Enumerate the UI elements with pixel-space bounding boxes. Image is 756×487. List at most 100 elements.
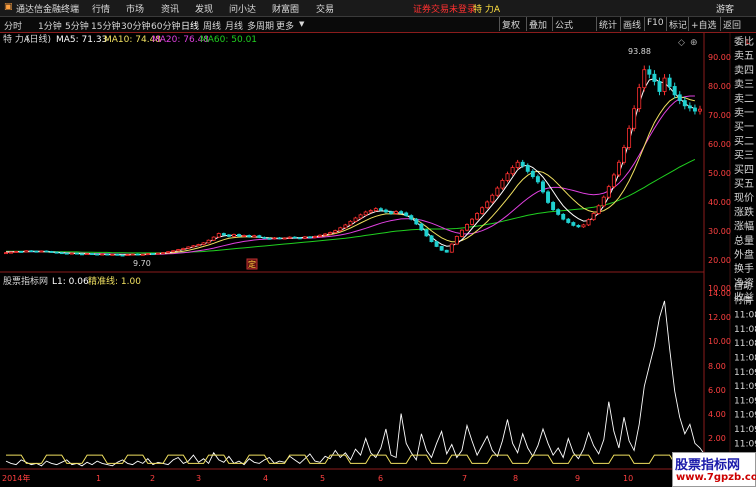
mark-button[interactable]: 标记 — [666, 17, 689, 31]
stock-chart[interactable]: 特 力A (日线) MA5: 71.33 MA10: 74.48 MA20: 7… — [0, 33, 756, 487]
period-60min[interactable]: 60分钟 — [151, 19, 180, 32]
candle-body — [313, 235, 317, 238]
candle-body — [206, 239, 211, 244]
candle-body — [399, 211, 404, 214]
candle-body — [454, 235, 459, 245]
period-1min[interactable]: 1分钟 — [38, 19, 62, 32]
main-y-axis: 90.00 80.00 70.00 60.00 50.00 40.00 30.0… — [708, 53, 731, 293]
candle-body — [505, 173, 510, 181]
period-weekly[interactable]: 周线 — [203, 19, 221, 32]
candle-body — [353, 217, 358, 222]
candle-body — [404, 212, 409, 216]
side-panel-tick: 11:08 — [734, 354, 756, 364]
menu-hangqing[interactable]: 行情 — [92, 2, 110, 15]
menu-faxian[interactable]: 发现 — [195, 2, 213, 15]
side-panel-item: 买三 — [734, 150, 754, 162]
candle-body — [115, 253, 120, 256]
candle-body — [591, 213, 596, 221]
candle-body — [414, 218, 419, 225]
candle-body — [39, 250, 44, 253]
candle-body — [383, 209, 388, 213]
y-tick: 90.00 — [708, 53, 731, 62]
candle-body — [682, 100, 687, 107]
f10-button[interactable]: F10 — [644, 17, 666, 31]
menu-caifuquan[interactable]: 财富圈 — [272, 2, 299, 15]
side-panel-item: 现价 — [734, 192, 754, 204]
candle-body — [64, 252, 69, 255]
candle-body — [373, 208, 378, 211]
quote-side-panel[interactable]: 委比卖五卖四卖三卖二卖一买一买二买三买四买五现价涨跌涨幅总量外盘换手净资收益自动… — [734, 35, 756, 449]
chevron-down-icon[interactable]: ▼ — [299, 20, 304, 28]
side-panel-tick: 11:09 — [734, 411, 756, 421]
draw-line-button[interactable]: 画线 — [620, 17, 643, 31]
period-multi[interactable]: 多周期 — [247, 19, 274, 32]
formula-button[interactable]: 公式 — [552, 17, 575, 31]
period-30min[interactable]: 30分钟 — [121, 19, 150, 32]
side-panel-item: 涨幅 — [734, 220, 754, 233]
zoom-icon[interactable]: ⊕ — [690, 38, 698, 48]
chart-frame — [0, 33, 756, 470]
candle-body — [191, 245, 196, 248]
menu-zixun[interactable]: 资讯 — [161, 2, 179, 15]
side-panel-tick: 11:09 — [734, 382, 756, 392]
candle-body — [556, 209, 561, 215]
period-fenshi[interactable]: 分时 — [4, 19, 22, 32]
side-panel-item: 委比 — [734, 35, 754, 48]
event-marker-label: 定 — [248, 259, 256, 269]
app-logo-icon: ▣ — [4, 2, 13, 12]
panel-tag: L — [746, 38, 750, 46]
fuquan-button[interactable]: 复权 — [499, 17, 522, 31]
candle-body — [632, 108, 637, 129]
side-panel-item: 总量 — [734, 234, 754, 247]
candle-body — [581, 224, 586, 228]
candle-body — [237, 234, 241, 237]
stock-name-title: 特 力A — [473, 5, 501, 15]
candle-body — [80, 253, 84, 256]
period-more[interactable]: 更多 — [276, 19, 294, 32]
period-15min[interactable]: 15分钟 — [91, 19, 120, 32]
candle-body — [627, 127, 632, 148]
x-tick: 2014年 — [2, 473, 30, 483]
candle-body — [287, 236, 292, 239]
candle-body — [343, 224, 348, 229]
candle-body — [19, 251, 24, 253]
candle-body — [596, 205, 601, 214]
stats-button[interactable]: 统计 — [596, 17, 619, 31]
side-panel-item: 买二 — [734, 135, 754, 147]
candle-body — [338, 227, 343, 232]
guest-label[interactable]: 游客 — [716, 2, 734, 15]
candle-body — [485, 201, 490, 209]
period-toolbar: 分时 1分钟 5分钟 15分钟 30分钟 60分钟 日线 周线 月线 多周期 更… — [0, 17, 756, 33]
side-panel-item: 外盘 — [734, 248, 754, 261]
y-tick: 12.00 — [708, 313, 731, 322]
y-tick: 10.00 — [708, 337, 731, 346]
x-tick: 10 — [623, 474, 633, 483]
period-monthly[interactable]: 月线 — [225, 19, 243, 32]
side-panel-tick: 自动 — [734, 280, 752, 292]
menu-shichang[interactable]: 市场 — [126, 2, 144, 15]
side-panel-tick: 11:08 — [734, 339, 756, 349]
candle-body — [277, 237, 282, 240]
candle-body — [409, 215, 414, 220]
period-daily[interactable]: 日线 — [181, 19, 199, 32]
candle-body — [252, 235, 257, 238]
candle-body — [267, 237, 272, 240]
candle-body — [601, 196, 606, 207]
settings-icon[interactable]: ◇ — [678, 38, 685, 48]
x-tick: 2 — [150, 474, 155, 483]
menu-jiaoyi[interactable]: 交易 — [316, 2, 334, 15]
y-tick: 70.00 — [708, 111, 731, 120]
candle-body — [221, 233, 226, 236]
overlay-button[interactable]: 叠加 — [526, 17, 549, 31]
back-button[interactable]: 返回 — [720, 17, 743, 31]
menu-wenxiaoda[interactable]: 问小达 — [229, 2, 256, 15]
x-tick: 1 — [96, 474, 101, 483]
side-panel-item: 换手 — [734, 262, 754, 275]
login-notice[interactable]: 证券交易未登录 — [413, 2, 476, 15]
candle-body — [302, 236, 307, 239]
add-watchlist-button[interactable]: +自选 — [688, 17, 719, 31]
side-panel-tick: 11:09 — [734, 439, 756, 449]
candle-body — [186, 246, 191, 249]
period-5min[interactable]: 5分钟 — [65, 19, 89, 32]
indicator-name: 股票指标网 — [3, 275, 48, 287]
